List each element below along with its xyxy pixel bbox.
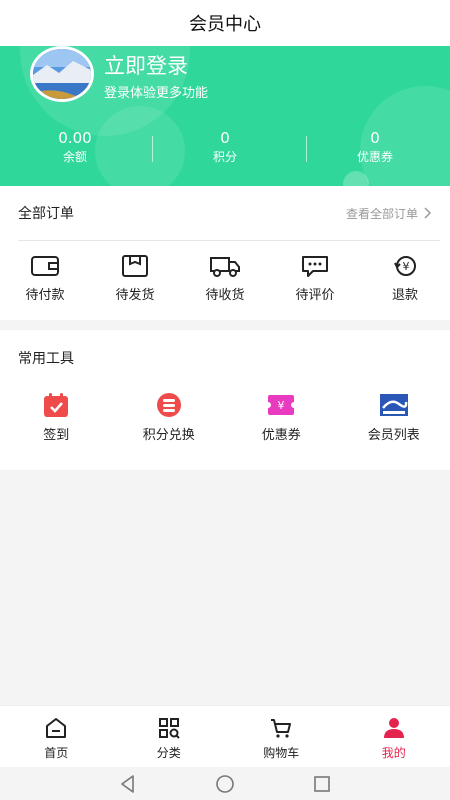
stat-value: 0	[220, 129, 230, 147]
avatar[interactable]	[30, 46, 94, 102]
tab-label: 首页	[44, 746, 69, 760]
orders-header: 全部订单 查看全部订单	[0, 186, 450, 240]
recents-square-icon[interactable]	[311, 773, 333, 795]
stat-divider	[152, 136, 153, 162]
home-circle-icon[interactable]	[214, 773, 236, 795]
coins-icon	[156, 393, 181, 417]
profile-header: 立即登录 登录体验更多功能 0.00 余额 0 积分 0 优惠券	[0, 46, 450, 186]
coupon-icon: ¥	[266, 395, 297, 415]
orders-section: 全部订单 查看全部订单 待付款 待发货 待收货 待评价 ¥ 退款	[0, 186, 450, 320]
order-item-label: 退款	[391, 288, 418, 303]
tab-home[interactable]: 首页	[0, 706, 113, 767]
tool-label: 优惠券	[261, 428, 301, 443]
stats-row: 0.00 余额 0 积分 0 优惠券	[0, 128, 450, 168]
tools-title: 常用工具	[18, 351, 74, 367]
system-nav-bar	[0, 767, 450, 800]
top-bar: 会员中心	[0, 0, 450, 46]
refund-icon: ¥	[394, 256, 416, 276]
svg-text:¥: ¥	[403, 260, 410, 273]
member-list-icon	[379, 394, 408, 416]
page-title: 会员中心	[189, 14, 261, 35]
stat-balance[interactable]: 0.00 余额	[0, 128, 150, 168]
svg-text:¥: ¥	[278, 399, 285, 412]
order-item-label: 待收货	[205, 288, 245, 303]
category-icon	[158, 718, 180, 739]
order-item-label: 待发货	[115, 288, 155, 303]
home-icon	[46, 718, 67, 738]
stat-value: 0	[370, 129, 380, 147]
stat-label: 余额	[62, 150, 87, 164]
tool-member-list[interactable]: 会员列表	[338, 392, 450, 448]
tab-cart[interactable]: 购物车	[225, 706, 338, 767]
calendar-icon	[44, 393, 69, 417]
bottom-tab-bar: 首页 分类 购物车 我的	[0, 705, 450, 767]
login-subtitle: 登录体验更多功能	[104, 86, 209, 101]
tab-label: 分类	[156, 746, 181, 760]
tool-label: 会员列表	[367, 428, 420, 443]
order-status-row: 待付款 待发货 待收货 待评价 ¥ 退款	[0, 254, 450, 304]
order-item-label: 待付款	[25, 288, 65, 303]
tools-section: 常用工具 签到 积分兑换 ¥ 优惠券 会员列表	[0, 330, 450, 470]
user-icon	[383, 718, 404, 738]
orders-title: 全部订单	[18, 206, 74, 222]
stat-coupons[interactable]: 0 优惠券	[300, 128, 450, 168]
view-all-orders-link[interactable]: 查看全部订单	[346, 205, 432, 222]
tool-points-exchange[interactable]: 积分兑换	[113, 392, 226, 448]
login-button[interactable]: 立即登录	[104, 50, 188, 80]
tool-label: 签到	[43, 428, 70, 443]
order-refund[interactable]: ¥ 退款	[360, 254, 450, 304]
order-pending-shipment[interactable]: 待发货	[90, 254, 180, 304]
tools-row: 签到 积分兑换 ¥ 优惠券 会员列表	[0, 392, 450, 448]
order-pending-review[interactable]: 待评价	[270, 254, 360, 304]
stat-value: 0.00	[58, 129, 92, 147]
stat-points[interactable]: 0 积分	[150, 128, 300, 168]
divider	[18, 240, 440, 241]
order-item-label: 待评价	[295, 288, 335, 303]
back-triangle-icon[interactable]	[117, 773, 139, 795]
order-pending-receipt[interactable]: 待收货	[180, 254, 270, 304]
stat-label: 积分	[212, 150, 237, 164]
comment-icon	[302, 256, 328, 277]
stat-label: 优惠券	[356, 150, 393, 164]
box-icon	[122, 255, 148, 277]
tool-check-in[interactable]: 签到	[0, 392, 113, 448]
tab-label: 购物车	[263, 746, 300, 760]
order-pending-payment[interactable]: 待付款	[0, 254, 90, 304]
tool-label: 积分兑换	[142, 428, 195, 443]
truck-icon	[210, 257, 240, 277]
tab-label: 我的	[381, 746, 406, 760]
tab-mine[interactable]: 我的	[338, 706, 450, 767]
view-all-orders-label: 查看全部订单	[345, 206, 418, 221]
stat-divider	[306, 136, 307, 162]
chevron-right-icon	[424, 207, 432, 219]
wallet-icon	[31, 256, 59, 276]
cart-icon	[271, 719, 292, 738]
tool-coupons[interactable]: ¥ 优惠券	[225, 392, 338, 448]
tab-category[interactable]: 分类	[113, 706, 226, 767]
